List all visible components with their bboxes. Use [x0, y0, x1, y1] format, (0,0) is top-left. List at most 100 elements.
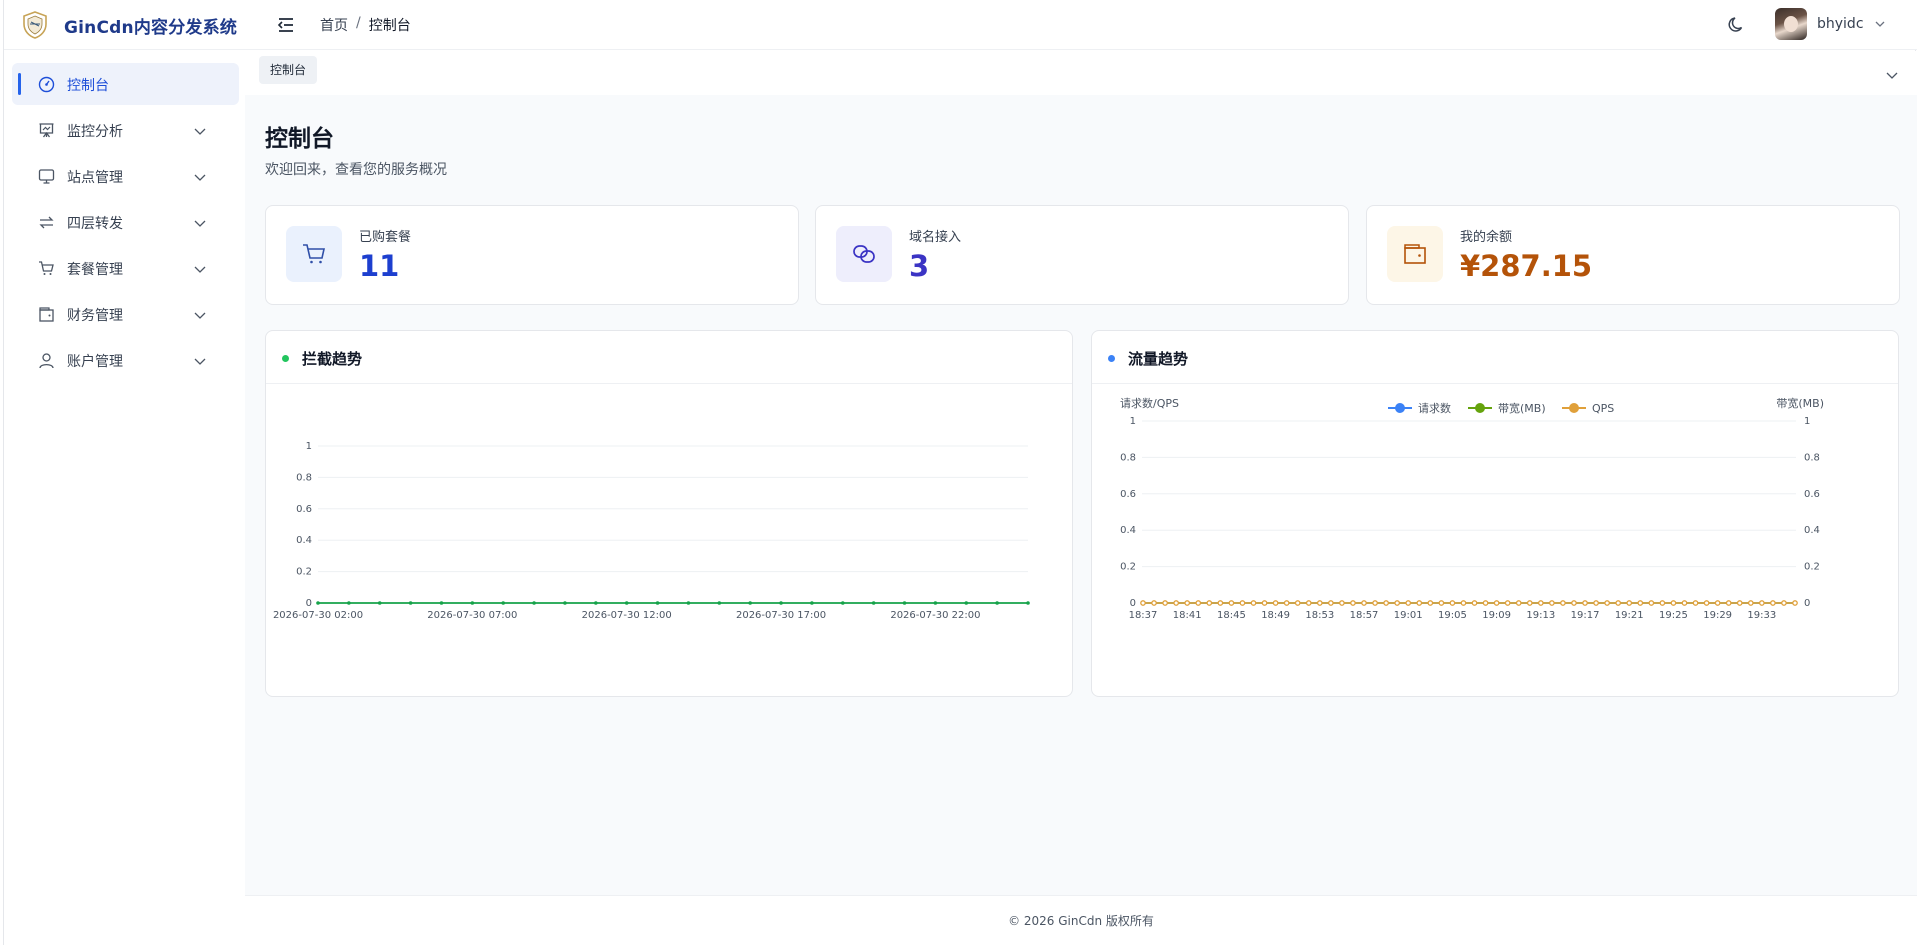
- data-point: [470, 601, 475, 605]
- data-point: [686, 601, 691, 605]
- sidebar-item-packages[interactable]: 套餐管理: [12, 247, 239, 289]
- data-point: [408, 601, 413, 605]
- app-window: GinCdn内容分发系统 首页 / 控制台 bhyidc 控制台 监控分析 站点…: [3, 0, 1917, 945]
- data-point: [594, 601, 598, 605]
- y2-tick-label: 0.8: [1804, 452, 1820, 463]
- data-point: [1427, 600, 1434, 606]
- stat-card-packages: 已购套餐 11: [265, 205, 799, 305]
- sidebar-item-dashboard[interactable]: 控制台: [12, 63, 239, 105]
- breadcrumb-separator: /: [356, 15, 361, 31]
- data-point: [1151, 600, 1157, 606]
- data-point: [532, 601, 536, 605]
- data-point: [1294, 600, 1301, 606]
- stat-label: 我的余额: [1460, 230, 1513, 245]
- sidebar-item-label: 财务管理: [67, 308, 123, 324]
- data-point: [1272, 600, 1279, 606]
- y-axis-label: 请求数/QPS: [1120, 397, 1179, 410]
- data-point: [1372, 600, 1378, 606]
- data-point: [779, 601, 783, 605]
- data-point: [1781, 600, 1787, 606]
- stat-icon-box: [1387, 226, 1443, 282]
- data-point: [1637, 600, 1644, 606]
- tabs-bar: 控制台: [245, 51, 1917, 95]
- page-subtitle: 欢迎回来，查看您的服务概况: [265, 162, 447, 178]
- data-point: [1526, 600, 1533, 606]
- sidebar-item-finance[interactable]: 财务管理: [12, 293, 239, 335]
- panel-header: 流量趋势: [1092, 331, 1898, 384]
- stat-value: 3: [909, 249, 930, 283]
- block-trend-chart[interactable]: 0 0.2 0.4 0.6 0.8 1 2026-07-30 02:00 2026-07-30…: [266, 384, 1072, 696]
- y-tick-label: 0.6: [296, 504, 312, 515]
- data-point: [1026, 601, 1030, 605]
- data-point: [1747, 600, 1754, 606]
- data-point: [1504, 600, 1511, 606]
- data-point: [1449, 600, 1456, 606]
- data-point: [1648, 600, 1655, 606]
- x-tick-label: 19:01: [1394, 610, 1423, 621]
- x-tick-label: 18:53: [1305, 610, 1334, 621]
- data-point: [1195, 600, 1202, 606]
- page-title: 控制台: [265, 126, 334, 152]
- x-tick-label: 19:05: [1438, 610, 1467, 621]
- user-menu[interactable]: bhyidc: [1775, 8, 1886, 40]
- sidebar-item-account[interactable]: 账户管理: [12, 339, 239, 381]
- data-point: [1350, 600, 1356, 606]
- panel-header: 拦截趋势: [266, 331, 1072, 384]
- dark-mode-moon-icon[interactable]: [1727, 15, 1747, 35]
- data-point: [1460, 600, 1467, 606]
- data-point: [1228, 600, 1235, 606]
- menu-fold-icon[interactable]: [276, 15, 296, 35]
- stat-icon-box: [836, 226, 892, 282]
- link-icon: [853, 245, 875, 263]
- x-tick-label: 2026-07-30 12:00: [582, 610, 672, 621]
- avatar[interactable]: [1775, 8, 1807, 40]
- data-point: [1206, 600, 1213, 606]
- x-tick-label: 2026-07-30 22:00: [890, 610, 980, 621]
- tab-dashboard[interactable]: 控制台: [259, 56, 318, 84]
- panel-title: 拦截趋势: [302, 350, 363, 368]
- x-tick-label: 19:17: [1571, 610, 1600, 621]
- y2-tick-label: 1: [1804, 416, 1810, 427]
- sidebar-item-monitor[interactable]: 监控分析: [12, 109, 239, 151]
- cart-icon: [303, 244, 325, 264]
- y-tick-label: 0: [306, 598, 312, 609]
- y-tick-label: 0: [1130, 598, 1136, 609]
- data-point: [1736, 600, 1743, 606]
- x-tick-label: 18:45: [1217, 610, 1246, 621]
- footer: © 2026 GinCdn 版权所有: [245, 895, 1917, 945]
- legend-label: QPS: [1592, 402, 1614, 415]
- sidebar-item-l4-forward[interactable]: 四层转发: [12, 201, 239, 243]
- x-tick-label: 18:57: [1350, 610, 1379, 621]
- data-point: [1714, 600, 1721, 606]
- data-point: [1239, 600, 1246, 606]
- chevron-down-icon[interactable]: [1885, 68, 1899, 82]
- chevron-down-icon: [194, 358, 206, 365]
- x-tick-label: 19:33: [1747, 610, 1776, 621]
- sidebar-item-label: 监控分析: [67, 124, 123, 140]
- data-point: [810, 601, 814, 605]
- sidebar-item-sites[interactable]: 站点管理: [12, 155, 239, 197]
- data-point: [1703, 600, 1710, 606]
- data-point: [717, 601, 722, 605]
- data-point: [1626, 600, 1633, 606]
- traffic-trend-chart[interactable]: 请求数/QPS 带宽(MB) 0 0 0.2 0.2 0.4 0.4 0.6 0.6 0.8 0.8 1…: [1092, 384, 1898, 696]
- username: bhyidc: [1817, 16, 1864, 32]
- data-point: [1659, 600, 1666, 606]
- data-point: [840, 601, 845, 605]
- data-point: [1394, 600, 1401, 606]
- data-point: [1471, 600, 1478, 606]
- data-point: [1571, 600, 1577, 606]
- data-point: [1328, 600, 1334, 606]
- data-point: [1792, 600, 1798, 606]
- x-tick-label: 18:37: [1129, 610, 1158, 621]
- data-point: [871, 601, 876, 605]
- data-point: [995, 601, 999, 605]
- data-point: [1405, 600, 1412, 606]
- data-point: [1416, 600, 1423, 606]
- x-tick-label: 2026-07-30 17:00: [736, 610, 826, 621]
- sidebar-item-label: 控制台: [67, 78, 109, 94]
- data-point: [1184, 600, 1191, 606]
- breadcrumb-home[interactable]: 首页: [320, 15, 348, 35]
- data-point: [563, 601, 567, 605]
- block-trend-panel: 拦截趋势 0 0.2 0.4 0.6 0.8 1 2026-07-30 02:00 2026-…: [265, 330, 1073, 697]
